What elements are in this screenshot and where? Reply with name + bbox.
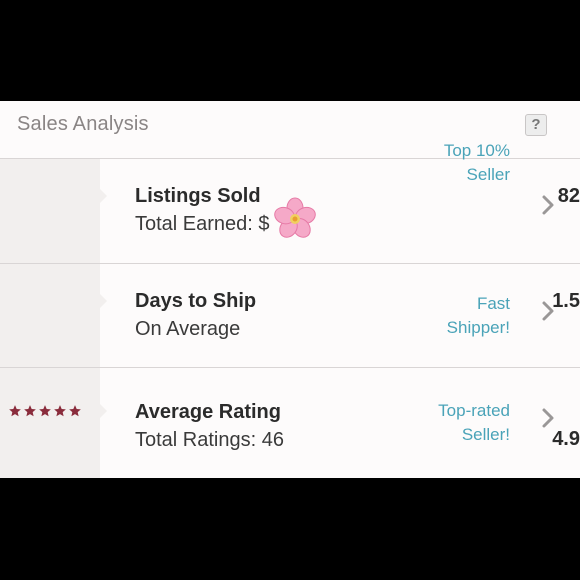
total-earned-label: Total Earned: $ bbox=[135, 213, 270, 235]
star-rating bbox=[8, 404, 84, 418]
badge-line-1: Top 10% bbox=[443, 141, 510, 160]
screen: Sales Analysis ? 82 Listings Sold Total … bbox=[0, 0, 580, 580]
chevron-right-icon bbox=[542, 301, 554, 321]
help-button[interactable]: ? bbox=[525, 114, 547, 136]
star-icon bbox=[39, 405, 51, 417]
star-icon bbox=[24, 405, 36, 417]
top-rated-badge: Top-rated Seller! bbox=[438, 399, 510, 447]
days-to-ship-row[interactable]: 1.5 Days to Ship On Average Fast Shipper… bbox=[0, 264, 580, 367]
stat-notch bbox=[100, 294, 107, 308]
badge-line-1: Top-rated bbox=[438, 401, 510, 420]
sales-analysis-card: Sales Analysis ? 82 Listings Sold Total … bbox=[0, 101, 580, 478]
star-icon bbox=[54, 405, 66, 417]
page-title: Sales Analysis bbox=[17, 113, 149, 135]
average-rating-title: Average Rating bbox=[135, 401, 281, 423]
listings-sold-title: Listings Sold bbox=[135, 185, 261, 207]
badge-line-1: Fast bbox=[476, 294, 510, 313]
badge-line-2: Seller bbox=[466, 165, 510, 184]
on-average-label: On Average bbox=[135, 318, 241, 340]
badge-line-2: Seller! bbox=[461, 425, 510, 444]
total-ratings-label: Total Ratings: 46 bbox=[135, 429, 284, 451]
top-seller-badge: Top 10% Seller bbox=[444, 139, 510, 187]
chevron-right-icon bbox=[542, 408, 554, 428]
star-icon bbox=[9, 405, 21, 417]
fast-shipper-badge: Fast Shipper! bbox=[447, 292, 510, 340]
badge-line-2: Shipper! bbox=[446, 318, 510, 337]
stat-column bbox=[0, 159, 100, 263]
stat-column bbox=[0, 368, 100, 478]
stat-notch bbox=[100, 404, 107, 418]
average-rating-row[interactable]: 4.9 Average Rating Total Ratings: 46 Top… bbox=[0, 368, 580, 478]
average-rating-value: 4.9 bbox=[552, 428, 580, 450]
days-to-ship-title: Days to Ship bbox=[135, 290, 257, 312]
star-icon bbox=[69, 405, 81, 417]
cherry-blossom-icon bbox=[274, 197, 316, 238]
listings-sold-row[interactable]: 82 Listings Sold Total Earned: $ Top 10%… bbox=[0, 141, 580, 263]
stat-column bbox=[0, 264, 100, 367]
stat-notch bbox=[100, 189, 107, 203]
chevron-right-icon bbox=[542, 195, 554, 215]
